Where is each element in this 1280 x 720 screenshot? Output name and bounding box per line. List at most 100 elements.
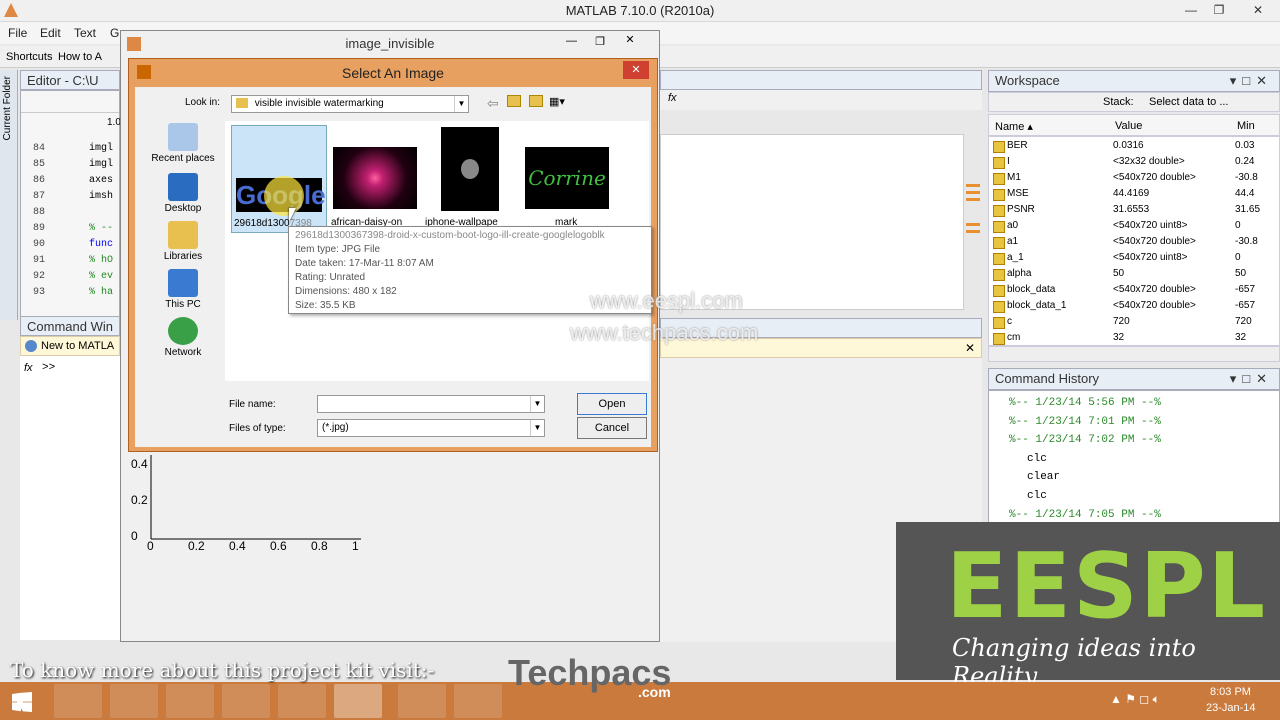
command-window[interactable]: fx >> [20,356,120,640]
cancel-button[interactable]: Cancel [577,417,647,439]
close-button[interactable]: ✕ [1236,0,1280,20]
up-folder-icon[interactable] [507,95,521,107]
workspace-row[interactable]: alpha 50 50 [989,267,1279,283]
col-name-header[interactable]: Name ▴ [995,120,1033,133]
workspace-row[interactable]: cm 32 32 [989,331,1279,345]
workspace-row[interactable]: a_1 <540x720 uint8> 0 [989,251,1279,267]
file-item-mark[interactable]: Corrine mark [521,125,611,233]
place-recent[interactable]: Recent places [143,123,223,164]
editor-line[interactable]: 91 % hO [21,253,119,269]
history-session-header[interactable]: %-- 1/23/14 7:02 PM --% [1009,434,1161,446]
watermark-eespl: www.eespl.com [590,288,743,313]
place-network[interactable]: Network [143,317,223,358]
libraries-icon [168,221,198,249]
place-libraries[interactable]: Libraries [143,221,223,262]
workspace-row[interactable]: PSNR 31.6553 31.65 [989,203,1279,219]
new-folder-icon[interactable] [529,95,543,107]
history-session-header[interactable]: %-- 1/23/14 5:56 PM --% [1009,397,1161,409]
col-value-header[interactable]: Value [1115,120,1142,132]
variable-icon [993,269,1005,281]
workspace-window-controls[interactable]: ▾□✕ [1230,73,1273,89]
workspace-table[interactable]: BER 0.0316 0.03 I <32x32 double> 0.24 M1 <540x7… [988,136,1280,346]
view-menu-icon[interactable]: ▦▾ [549,95,565,108]
howto-link[interactable]: How to A [58,51,102,63]
back-arrow-icon[interactable]: ⇦ [487,95,499,112]
matlab-taskbar-icon[interactable] [334,684,382,718]
open-button[interactable]: Open [577,393,647,415]
minimize-button[interactable]: — [1176,0,1206,20]
history-session-header[interactable]: %-- 1/23/14 7:05 PM --% [1009,509,1161,521]
workspace-name: a1 [1007,236,1019,247]
history-session-header[interactable]: %-- 1/23/14 7:01 PM --% [1009,416,1161,428]
zoom-value[interactable]: 1.0 [107,117,121,128]
file-item-iphone[interactable]: iphone-wallpape [423,125,513,233]
window-taskbar-icon[interactable] [398,684,446,718]
workspace-row[interactable]: a1 <540x720 double> -30.8 [989,235,1279,251]
file-name-google-text: 29618d1300 [234,218,290,229]
file-name-input[interactable]: ▼ [317,395,545,413]
dialog-title: Select An Image [342,65,444,81]
workspace-row[interactable]: block_data_1 <540x720 double> -657 [989,299,1279,315]
workspace-row[interactable]: M1 <540x720 double> -30.8 [989,171,1279,187]
menu-go[interactable]: G [110,26,119,40]
firefox-taskbar-icon[interactable] [222,684,270,718]
workspace-value: 0.0316 [1113,140,1144,151]
current-folder-strip[interactable]: Current Folder [0,70,18,320]
file-item-google[interactable]: Google 29618d13007398 [231,125,327,233]
editor-line[interactable]: 89 % -- [21,221,119,237]
dialog-close-button[interactable]: ✕ [623,61,649,79]
excel-taskbar-icon[interactable] [110,684,158,718]
figure-close[interactable]: ✕ [615,33,645,46]
workspace-row[interactable]: I <32x32 double> 0.24 [989,155,1279,171]
command-history[interactable]: %-- 1/23/14 5:56 PM --% %-- 1/23/14 7:01 … [988,390,1280,530]
workspace-row[interactable]: a0 <540x720 uint8> 0 [989,219,1279,235]
start-button[interactable] [4,684,40,718]
place-thispc[interactable]: This PC [143,269,223,310]
menu-text[interactable]: Text [74,26,96,40]
editor-line[interactable]: 84 imgl [21,141,119,157]
line-number: 91 [33,255,46,266]
workspace-row[interactable]: MSE 44.4169 44.4 [989,187,1279,203]
history-command[interactable]: clear [1027,471,1060,483]
workspace-row[interactable]: c 720 720 [989,315,1279,331]
history-command[interactable]: clc [1027,490,1047,502]
close-notice-icon[interactable]: ✕ [965,341,975,355]
new-to-matlab-bar[interactable]: New to MATLA [20,336,120,356]
history-window-controls[interactable]: ▾□✕ [1230,371,1273,387]
line-code: % ev [89,271,114,282]
tray-icons[interactable]: ▲ ⚑ ◻ 🔈︎ [1110,692,1160,707]
word-taskbar-icon[interactable] [54,684,102,718]
menu-edit[interactable]: Edit [40,26,61,40]
figure-maximize[interactable]: ❐ [595,35,605,48]
file-item-daisy[interactable]: african-daisy-on [329,125,419,233]
editor-line[interactable]: 92 % ev [21,269,119,285]
app-taskbar-icon[interactable] [278,684,326,718]
x-tick-label: 0.8 [311,539,328,553]
editor-line[interactable]: 87 imsh [21,189,119,205]
col-min-header[interactable]: Min [1237,120,1255,132]
workspace-row[interactable]: BER 0.0316 0.03 [989,139,1279,155]
workspace-row[interactable]: block_data <540x720 double> -657 [989,283,1279,299]
editor-line[interactable]: 88 [21,205,119,221]
line-number: 86 [33,175,46,186]
place-desktop[interactable]: Desktop [143,173,223,214]
maximize-button[interactable]: ❐ [1204,0,1234,20]
look-in-dropdown[interactable]: visible invisible watermarking ▼ [231,95,469,113]
workspace-value: <540x720 uint8> [1113,252,1188,263]
paint-taskbar-icon[interactable] [454,684,502,718]
figure-minimize[interactable]: — [566,35,577,47]
editor-line[interactable]: 85 imgl [21,157,119,173]
file-type-select[interactable]: (*.jpg) ▼ [317,419,545,437]
workspace-name: I [1007,156,1010,167]
editor-line[interactable]: 93 % ha [21,285,119,301]
workspace-scrollbar[interactable] [988,346,1280,362]
editor-center-toolbar: fx [660,90,982,110]
editor-code-area[interactable] [660,134,964,310]
history-command[interactable]: clc [1027,453,1047,465]
editor-line[interactable]: 90 func [21,237,119,253]
menu-file[interactable]: File [8,26,27,40]
editor-line[interactable]: 86 axes [21,173,119,189]
workspace-value: <540x720 double> [1113,236,1196,247]
teamviewer-taskbar-icon[interactable] [166,684,214,718]
select-data-button[interactable]: Select data to ... [1149,96,1229,108]
